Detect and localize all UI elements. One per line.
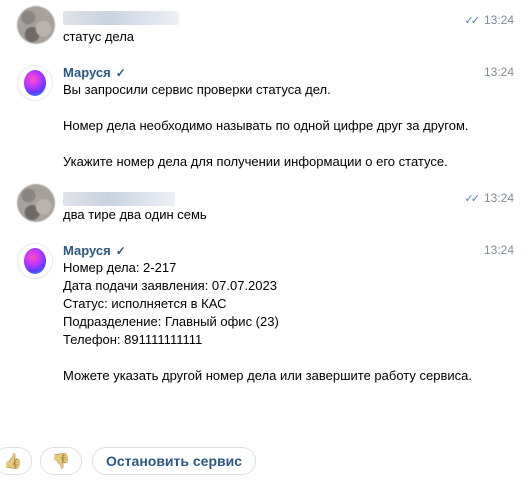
message-line: Номер дела необходимо называть по одной … (63, 118, 469, 133)
double-check-icon: ✓✓ (464, 192, 481, 205)
user-avatar[interactable] (17, 6, 55, 44)
verified-check-icon: ✓ (115, 65, 126, 80)
thumbs-up-icon: 👍 (3, 453, 23, 470)
quick-actions: 👍 👎 Остановить сервис (0, 447, 257, 475)
marusya-avatar[interactable] (17, 243, 53, 279)
user-message: ✓✓ 13:24 статус дела (0, 4, 528, 56)
message-line: Подразделение: Главный офис (23) (63, 314, 279, 329)
sender-name[interactable]: Маруся ✓ (63, 65, 126, 80)
message-text: статус дела (63, 28, 488, 46)
chat-history: ✓✓ 13:24 статус дела Маруся ✓ 13:24 Вы з… (0, 0, 528, 485)
message-line: статус дела (63, 29, 135, 44)
like-button[interactable]: 👍 (0, 447, 32, 475)
message-text: Номер дела: 2-217 Дата подачи заявления:… (63, 259, 488, 385)
double-check-icon: ✓✓ (464, 14, 481, 27)
message-text: Вы запросили сервис проверки статуса дел… (63, 81, 488, 171)
message-line: Укажите номер дела для получении информа… (63, 154, 448, 169)
bot-message: Маруся ✓ 13:24 Вы запросили сервис прове… (0, 62, 528, 180)
bot-message: Маруся ✓ 13:24 Номер дела: 2-217 Дата по… (0, 240, 528, 390)
message-line: Статус: исполняется в КАС (63, 296, 227, 311)
message-line: Телефон: 891111111111 (63, 332, 203, 347)
message-line: Можете указать другой номер дела или зав… (63, 368, 472, 383)
user-name-blurred (63, 192, 175, 206)
message-line: Дата подачи заявления: 07.07.2023 (63, 278, 277, 293)
thumbs-down-icon: 👎 (51, 453, 71, 470)
message-time: 13:24 (483, 65, 514, 79)
dislike-button[interactable]: 👎 (40, 447, 82, 475)
marusya-avatar[interactable] (17, 65, 53, 101)
message-line: два тире два один семь (63, 207, 207, 222)
marusya-logo-icon (24, 248, 46, 274)
message-time: 13:24 (483, 243, 514, 257)
message-time: ✓✓ 13:24 (464, 191, 514, 205)
message-text: два тире два один семь (63, 206, 488, 224)
user-name-blurred (63, 11, 179, 25)
user-message: ✓✓ 13:24 два тире два один семь (0, 182, 528, 234)
user-avatar[interactable] (17, 184, 55, 222)
marusya-logo-icon (24, 70, 46, 96)
sender-name[interactable]: Маруся ✓ (63, 243, 126, 258)
message-line: Вы запросили сервис проверки статуса дел… (63, 82, 331, 97)
message-time: ✓✓ 13:24 (464, 13, 514, 27)
stop-service-button[interactable]: Остановить сервис (92, 447, 257, 475)
verified-check-icon: ✓ (115, 243, 126, 258)
message-line: Номер дела: 2-217 (63, 260, 177, 275)
